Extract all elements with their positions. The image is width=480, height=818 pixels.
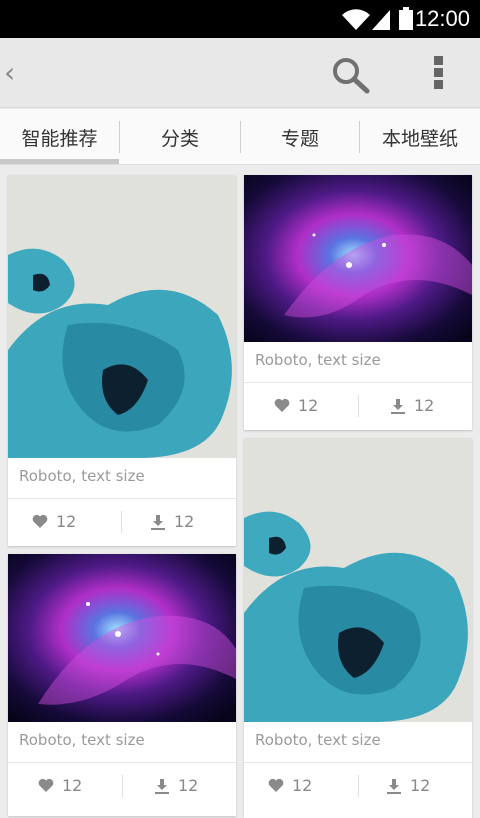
search-icon[interactable] (330, 56, 372, 94)
heart-icon (268, 778, 284, 792)
wallpaper-card[interactable]: Roboto, text size 12 12 (244, 438, 472, 818)
card-divider (8, 762, 236, 763)
wallpaper-thumbnail[interactable] (8, 175, 236, 458)
overflow-menu-icon[interactable] (428, 56, 448, 90)
stat-divider (121, 511, 122, 533)
like-count[interactable]: 12 (274, 396, 318, 415)
tab-local-wallpapers[interactable]: 本地壁纸 (360, 109, 480, 165)
like-count[interactable]: 12 (268, 776, 312, 795)
card-divider (8, 498, 236, 499)
cell-signal-icon (372, 10, 390, 30)
card-divider (244, 762, 472, 763)
tab-categories[interactable]: 分类 (120, 109, 240, 165)
wallpaper-thumbnail[interactable] (244, 175, 472, 342)
tab-bar: 智能推荐 分类 专题 本地壁纸 (0, 109, 480, 165)
status-bar: 12:00 (0, 0, 480, 38)
card-caption: Roboto, text size (255, 351, 381, 369)
stat-divider (122, 775, 123, 797)
card-caption: Roboto, text size (19, 467, 145, 485)
download-icon (155, 778, 169, 794)
tab-selected-indicator (0, 159, 119, 164)
download-count[interactable]: 12 (150, 512, 194, 531)
download-count[interactable]: 12 (390, 396, 434, 415)
download-icon (151, 514, 165, 530)
tab-topics[interactable]: 专题 (241, 109, 359, 165)
download-icon (391, 398, 405, 414)
heart-icon (38, 778, 54, 792)
download-count[interactable]: 12 (386, 776, 430, 795)
wallpaper-thumbnail[interactable] (244, 438, 472, 722)
back-icon[interactable]: ‹ (4, 56, 15, 89)
card-divider (244, 382, 472, 383)
tab-recommended[interactable]: 智能推荐 (0, 109, 119, 165)
wallpaper-card[interactable]: Roboto, text size 12 12 (8, 175, 236, 546)
status-time: 12:00 (414, 6, 470, 31)
like-count[interactable]: 12 (32, 512, 76, 531)
download-icon (387, 778, 401, 794)
wifi-icon (342, 9, 370, 31)
wallpaper-card[interactable]: Roboto, text size 12 12 (8, 554, 236, 816)
wallpaper-card[interactable]: Roboto, text size 12 12 (244, 175, 472, 430)
battery-icon (399, 7, 413, 30)
stat-divider (358, 395, 359, 417)
action-bar: ‹ (0, 38, 480, 108)
heart-icon (274, 398, 290, 412)
card-caption: Roboto, text size (255, 731, 381, 749)
like-count[interactable]: 12 (38, 776, 82, 795)
download-count[interactable]: 12 (154, 776, 198, 795)
card-caption: Roboto, text size (19, 731, 145, 749)
heart-icon (32, 514, 48, 528)
wallpaper-thumbnail[interactable] (8, 554, 236, 722)
stat-divider (358, 775, 359, 797)
